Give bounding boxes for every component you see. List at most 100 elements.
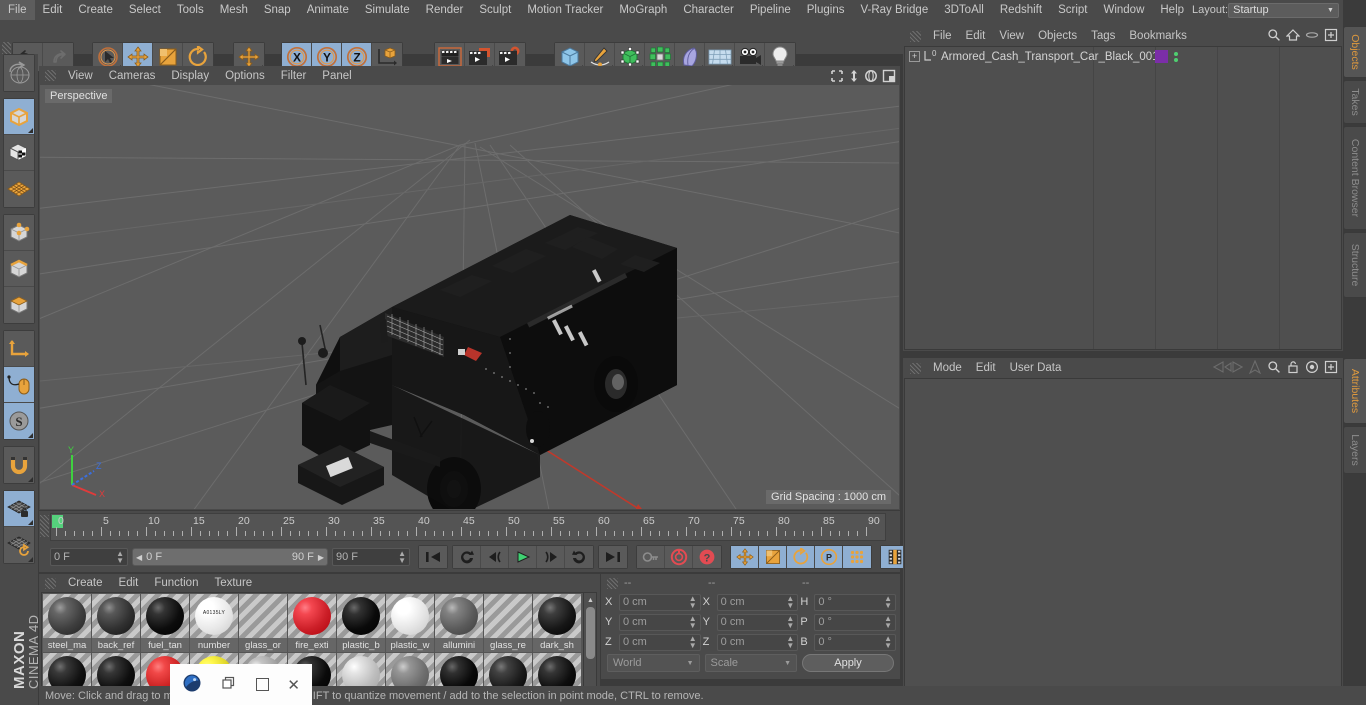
menu-item-plugins[interactable]: Plugins — [799, 0, 853, 20]
record-rotation-button[interactable] — [787, 546, 815, 568]
enable-axis-button[interactable] — [4, 331, 34, 367]
coord-position-x-field[interactable]: 0 cm ▲ ▼ — [619, 593, 701, 611]
end-frame-field[interactable]: 90 F ▲ ▼ — [332, 548, 410, 566]
layout-dropdown[interactable]: Startup ▼ — [1228, 2, 1339, 18]
record-active-objects-button[interactable] — [637, 546, 665, 568]
object-row[interactable]: + 0 Armored_Cash_Transport_Car_Black_001 — [905, 47, 1341, 66]
menu-item-select[interactable]: Select — [121, 0, 169, 20]
object-menu-edit[interactable]: Edit — [959, 30, 993, 42]
menu-item-pipeline[interactable]: Pipeline — [742, 0, 799, 20]
material-swatch[interactable]: fire_exti — [288, 594, 336, 652]
menu-item-v-ray-bridge[interactable]: V-Ray Bridge — [852, 0, 936, 20]
material-menu-texture[interactable]: Texture — [206, 577, 260, 589]
menu-item-script[interactable]: Script — [1050, 0, 1095, 20]
tab-content-browser[interactable]: Content Browser — [1343, 126, 1366, 230]
timeline-ruler[interactable]: 0 5 10 15 20 25 30 35 40 45 50 55 60 65 70 75 80 85 90 — [50, 513, 886, 541]
toggle-views-icon[interactable] — [882, 69, 896, 86]
material-swatch[interactable]: fuel_tan — [141, 594, 189, 652]
apply-button[interactable]: Apply — [802, 654, 894, 672]
spinner-icon[interactable]: ▲ ▼ — [884, 615, 892, 630]
spinner-icon[interactable]: ▲ ▼ — [786, 635, 794, 650]
range-right-arrow-icon[interactable]: ▶ — [318, 553, 324, 562]
toolbar-grip[interactable] — [2, 42, 11, 54]
arrow-up-icon[interactable] — [1248, 359, 1262, 377]
record-pla-button[interactable] — [843, 546, 871, 568]
spinner-icon[interactable]: ▲ ▼ — [689, 615, 697, 630]
close-window-icon[interactable]: ✕ — [287, 676, 300, 694]
menu-item-mograph[interactable]: MoGraph — [611, 0, 675, 20]
material-swatch[interactable]: A0135LY number — [190, 594, 238, 652]
menu-item-render[interactable]: Render — [418, 0, 472, 20]
material-menu-edit[interactable]: Edit — [111, 577, 147, 589]
go-to-end-button[interactable] — [599, 546, 627, 568]
keyframe-selection-button[interactable]: ? — [693, 546, 721, 568]
coord-system-dropdown[interactable]: World ▼ — [607, 654, 700, 672]
soft-selection-button[interactable]: S — [4, 403, 34, 439]
target-icon[interactable] — [1305, 360, 1319, 377]
material-swatch[interactable]: steel_ma — [43, 594, 91, 652]
object-manager-grip[interactable] — [910, 30, 921, 42]
viewport-menu-view[interactable]: View — [60, 70, 101, 82]
ellipse-icon[interactable] — [1305, 28, 1319, 45]
menu-item-character[interactable]: Character — [675, 0, 742, 20]
record-parameter-button[interactable]: P — [815, 546, 843, 568]
spinner-icon[interactable]: ▲ ▼ — [884, 595, 892, 610]
object-menu-file[interactable]: File — [926, 30, 959, 42]
material-tag[interactable] — [1155, 50, 1168, 63]
viewport-menu-cameras[interactable]: Cameras — [101, 70, 164, 82]
coord-size-y-field[interactable]: 0 cm ▲ ▼ — [716, 613, 799, 631]
search-icon[interactable] — [1267, 360, 1281, 377]
menu-item-3dtoall[interactable]: 3DToAll — [936, 0, 992, 20]
enable-snap-button[interactable] — [4, 447, 34, 483]
coord-position-y-field[interactable]: 0 cm ▲ ▼ — [619, 613, 701, 631]
search-icon[interactable] — [1267, 28, 1281, 45]
viewport-3d[interactable]: Perspective Grid Spacing : 1000 cm Y X Z — [40, 85, 899, 509]
record-scale-button[interactable] — [759, 546, 787, 568]
undo-view-button[interactable] — [4, 55, 34, 91]
home-icon[interactable] — [1285, 28, 1301, 45]
material-swatch[interactable]: dark_sh — [533, 594, 581, 652]
menu-item-simulate[interactable]: Simulate — [357, 0, 418, 20]
attribute-menu-mode[interactable]: Mode — [926, 362, 969, 374]
spinner-icon[interactable]: ▲ ▼ — [116, 550, 124, 565]
taskbar-window-preview[interactable]: ✕ — [170, 664, 312, 705]
maximize-window-icon[interactable] — [255, 678, 269, 691]
object-menu-tags[interactable]: Tags — [1084, 30, 1122, 42]
tab-takes[interactable]: Takes — [1343, 80, 1366, 124]
attribute-content[interactable] — [904, 378, 1342, 704]
material-menu-create[interactable]: Create — [60, 577, 111, 589]
coord-size-x-field[interactable]: 0 cm ▲ ▼ — [716, 593, 799, 611]
scroll-up-icon[interactable]: ▲ — [586, 594, 595, 606]
record-position-button[interactable] — [731, 546, 759, 568]
spinner-icon[interactable]: ▲ ▼ — [689, 635, 697, 650]
next-keyframe-button[interactable] — [565, 546, 593, 568]
material-swatch[interactable]: back_ref — [92, 594, 140, 652]
object-menu-view[interactable]: View — [992, 30, 1031, 42]
spinner-icon[interactable]: ▲ ▼ — [398, 550, 406, 565]
coord-size-z-field[interactable]: 0 cm ▲ ▼ — [716, 633, 799, 651]
object-tree[interactable]: + 0 Armored_Cash_Transport_Car_Black_001 — [904, 46, 1342, 350]
lock-icon[interactable] — [1286, 360, 1300, 377]
menu-item-window[interactable]: Window — [1095, 0, 1152, 20]
step-back-button[interactable] — [481, 546, 509, 568]
move-view-icon[interactable] — [830, 69, 844, 86]
coordinates-grip[interactable] — [607, 577, 618, 589]
edge-mode-button[interactable] — [4, 251, 34, 287]
spinner-icon[interactable]: ▲ ▼ — [689, 595, 697, 610]
timeline-grip[interactable] — [40, 515, 49, 537]
object-mode-button[interactable] — [4, 99, 34, 135]
viewport-menu-display[interactable]: Display — [163, 70, 217, 82]
step-forward-button[interactable] — [537, 546, 565, 568]
restore-window-icon[interactable] — [221, 675, 237, 694]
fit-icon[interactable] — [1324, 28, 1338, 45]
menu-item-sculpt[interactable]: Sculpt — [471, 0, 519, 20]
fit-icon[interactable] — [1324, 360, 1338, 377]
material-swatch[interactable]: plastic_w — [386, 594, 434, 652]
menu-item-redshift[interactable]: Redshift — [992, 0, 1050, 20]
attribute-manager-grip[interactable] — [910, 362, 921, 374]
menu-item-help[interactable]: Help — [1152, 0, 1192, 20]
viewport-solo-button[interactable] — [4, 367, 34, 403]
coord-rotation-p-field[interactable]: 0 ° ▲ ▼ — [814, 613, 897, 631]
material-grip[interactable] — [45, 577, 56, 589]
menu-item-mesh[interactable]: Mesh — [212, 0, 256, 20]
